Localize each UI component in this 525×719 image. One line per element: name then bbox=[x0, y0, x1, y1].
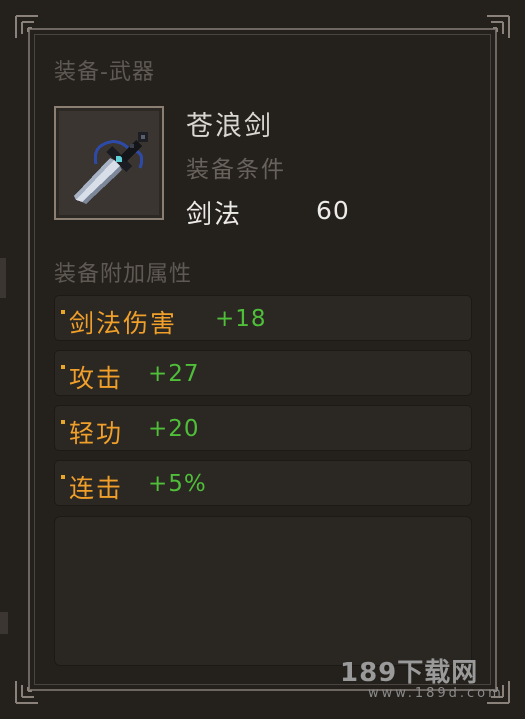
side-decoration bbox=[0, 258, 6, 298]
attribute-row: 轻功 +20 bbox=[54, 405, 472, 451]
item-name: 苍浪剑 bbox=[186, 111, 273, 142]
extra-attributes-title: 装备附加属性 bbox=[54, 262, 193, 287]
bullet-icon bbox=[61, 310, 65, 314]
attribute-row: 剑法伤害 +18 bbox=[54, 295, 472, 341]
requirement-label: 装备条件 bbox=[186, 157, 286, 183]
watermark-url: www.189d.com bbox=[368, 686, 504, 701]
sword-icon bbox=[74, 132, 148, 204]
attribute-name: 轻功 bbox=[69, 419, 124, 448]
bullet-icon bbox=[61, 420, 65, 424]
watermark-main: 189下载网 bbox=[340, 658, 479, 688]
requirement-skill: 剑法 bbox=[186, 200, 243, 230]
attribute-row: 连击 +5% bbox=[54, 460, 472, 506]
attribute-name: 剑法伤害 bbox=[69, 309, 178, 338]
attribute-row: 攻击 +27 bbox=[54, 350, 472, 396]
requirement-value: 60 bbox=[316, 196, 350, 225]
bullet-icon bbox=[61, 365, 65, 369]
attribute-value: +27 bbox=[148, 361, 200, 387]
bullet-icon bbox=[61, 475, 65, 479]
frame-corner-ornament bbox=[12, 673, 46, 707]
watermark: 189下载网 www.189d.com bbox=[340, 652, 510, 706]
attribute-name: 攻击 bbox=[69, 364, 124, 393]
attribute-value: +5% bbox=[148, 471, 207, 497]
attribute-name: 连击 bbox=[69, 474, 124, 503]
empty-description-area bbox=[54, 516, 472, 666]
category-title: 装备-武器 bbox=[54, 60, 155, 85]
frame-corner-ornament bbox=[12, 12, 46, 46]
attribute-value: +18 bbox=[215, 306, 267, 332]
attribute-value: +20 bbox=[148, 416, 200, 442]
frame-corner-ornament bbox=[479, 12, 513, 46]
side-decoration bbox=[0, 612, 8, 634]
item-tooltip-panel: 装备-武器 苍浪剑 装备条件 剑法 60 装备附加属性 剑法伤害 +18 攻击 … bbox=[0, 0, 525, 719]
item-icon-slot[interactable] bbox=[54, 106, 164, 220]
